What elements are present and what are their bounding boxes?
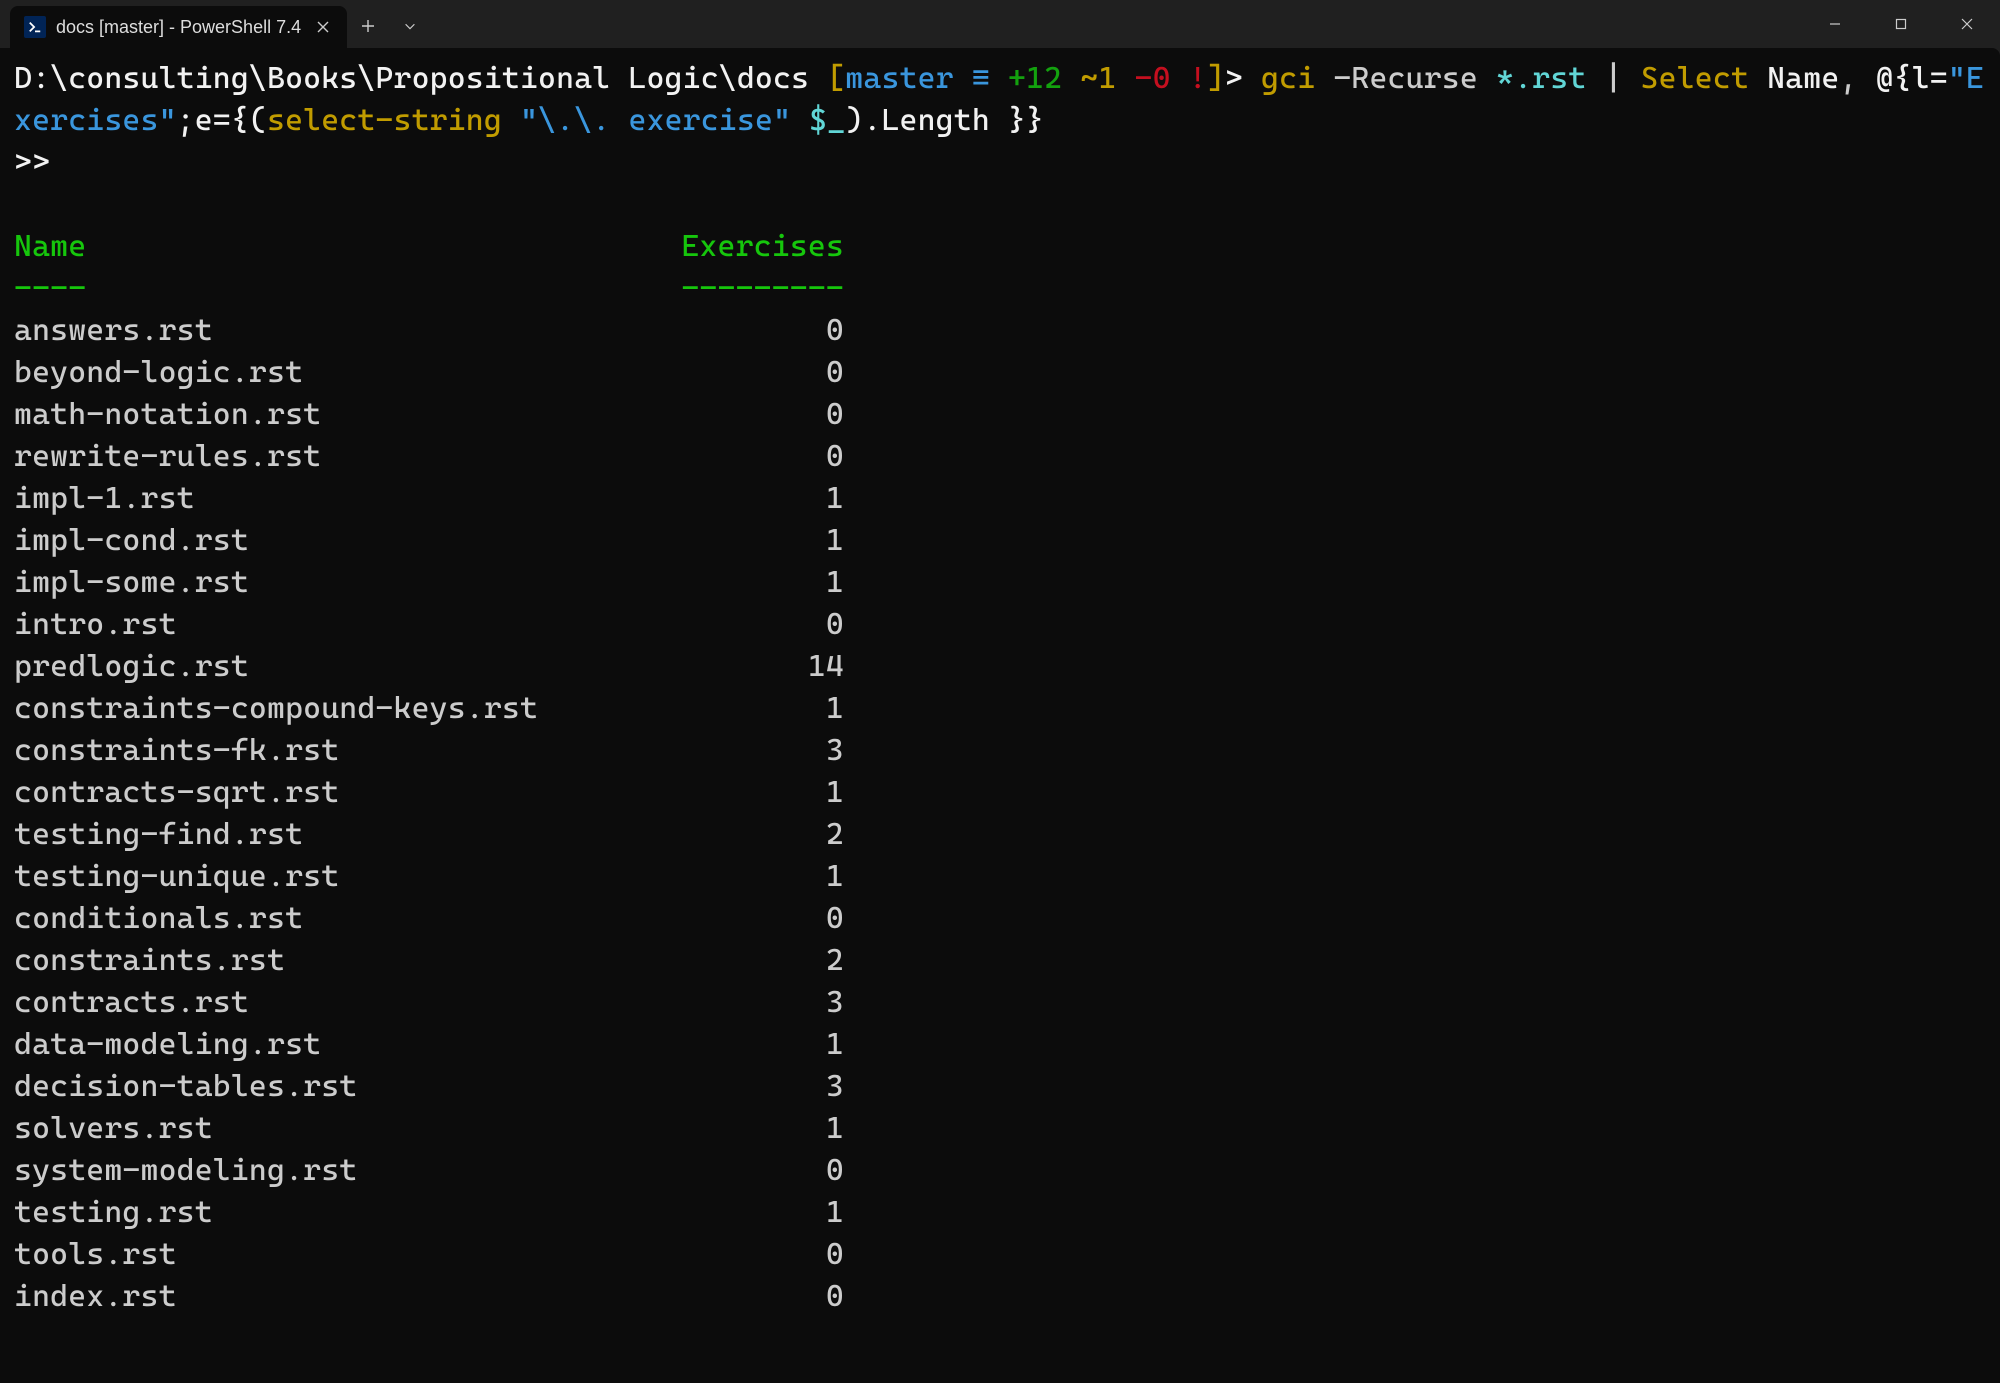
git-ahead: +12 [1008, 61, 1062, 96]
cell-exercises: 0 [654, 1234, 844, 1276]
table-row: intro.rst0 [14, 604, 1986, 646]
cell-name: impl-1.rst [14, 478, 654, 520]
cell-exercises: 1 [654, 1192, 844, 1234]
cell-exercises: 1 [654, 1108, 844, 1150]
cell-exercises: 1 [654, 562, 844, 604]
cell-name: constraints-compound-keys.rst [14, 688, 654, 730]
table-row: constraints-compound-keys.rst1 [14, 688, 1986, 730]
git-gone: -0 [1135, 61, 1171, 96]
table-row: system-modeling.rst0 [14, 1150, 1986, 1192]
window-titlebar: docs [master] - PowerShell 7.4 [0, 0, 2000, 48]
cell-name: answers.rst [14, 310, 654, 352]
cell-exercises: 2 [654, 940, 844, 982]
cell-exercises: 0 [654, 1276, 844, 1318]
cell-exercises: 0 [654, 1150, 844, 1192]
table-row: conditionals.rst0 [14, 898, 1986, 940]
table-row: tools.rst0 [14, 1234, 1986, 1276]
cell-name: constraints.rst [14, 940, 654, 982]
cell-exercises: 0 [654, 394, 844, 436]
minimize-button[interactable] [1802, 0, 1868, 48]
table-row: data-modeling.rst1 [14, 1024, 1986, 1066]
cell-name: testing.rst [14, 1192, 654, 1234]
powershell-icon [24, 16, 46, 38]
table-row: constraints.rst2 [14, 940, 1986, 982]
table-row: solvers.rst1 [14, 1108, 1986, 1150]
cell-name: conditionals.rst [14, 898, 654, 940]
cell-name: data-modeling.rst [14, 1024, 654, 1066]
table-row: testing.rst1 [14, 1192, 1986, 1234]
cell-name: decision-tables.rst [14, 1066, 654, 1108]
cell-exercises: 0 [654, 352, 844, 394]
table-row: impl-some.rst1 [14, 562, 1986, 604]
tab-dropdown-button[interactable] [389, 5, 431, 47]
cell-exercises: 1 [654, 520, 844, 562]
cell-exercises: 1 [654, 772, 844, 814]
table-row: impl-1.rst1 [14, 478, 1986, 520]
new-tab-button[interactable] [347, 5, 389, 47]
cell-name: beyond-logic.rst [14, 352, 654, 394]
cell-exercises: 0 [654, 310, 844, 352]
prompt-line: D:\consulting\Books\Propositional Logic\… [14, 58, 1986, 184]
cell-name: impl-cond.rst [14, 520, 654, 562]
cell-exercises: 3 [654, 730, 844, 772]
maximize-button[interactable] [1868, 0, 1934, 48]
cell-exercises: 2 [654, 814, 844, 856]
table-row: predlogic.rst14 [14, 646, 1986, 688]
cell-name: rewrite-rules.rst [14, 436, 654, 478]
tab-title: docs [master] - PowerShell 7.4 [56, 17, 301, 38]
cell-name: intro.rst [14, 604, 654, 646]
table-row: math-notation.rst0 [14, 394, 1986, 436]
cell-exercises: 1 [654, 1024, 844, 1066]
prompt-path: D:\consulting\Books\Propositional Logic\… [14, 61, 809, 96]
cell-exercises: 14 [654, 646, 844, 688]
cell-name: index.rst [14, 1276, 654, 1318]
table-row: answers.rst0 [14, 310, 1986, 352]
header-exercises: Exercises [654, 226, 844, 268]
cell-name: tools.rst [14, 1234, 654, 1276]
git-branch: master [845, 61, 953, 96]
table-row: contracts-sqrt.rst1 [14, 772, 1986, 814]
table-row: contracts.rst3 [14, 982, 1986, 1024]
table-row: testing-unique.rst1 [14, 856, 1986, 898]
cell-exercises: 1 [654, 688, 844, 730]
git-behind: ~1 [1080, 61, 1116, 96]
cell-exercises: 0 [654, 436, 844, 478]
table-row: index.rst0 [14, 1276, 1986, 1318]
cell-name: testing-find.rst [14, 814, 654, 856]
cell-exercises: 3 [654, 1066, 844, 1108]
cell-exercises: 1 [654, 478, 844, 520]
cell-name: contracts-sqrt.rst [14, 772, 654, 814]
table-header: Name Exercises [14, 226, 1986, 268]
table-row: decision-tables.rst3 [14, 1066, 1986, 1108]
table-header-underline: ---- --------- [14, 268, 1986, 310]
tab-strip: docs [master] - PowerShell 7.4 [0, 0, 431, 48]
cell-name: math-notation.rst [14, 394, 654, 436]
cell-exercises: 0 [654, 898, 844, 940]
continuation-prompt: >> [14, 145, 50, 180]
table-row: constraints-fk.rst3 [14, 730, 1986, 772]
cell-name: constraints-fk.rst [14, 730, 654, 772]
cell-exercises: 0 [654, 604, 844, 646]
table-row: rewrite-rules.rst0 [14, 436, 1986, 478]
active-tab[interactable]: docs [master] - PowerShell 7.4 [10, 6, 347, 48]
table-row: impl-cond.rst1 [14, 520, 1986, 562]
table-row: testing-find.rst2 [14, 814, 1986, 856]
cell-exercises: 3 [654, 982, 844, 1024]
cell-name: impl-some.rst [14, 562, 654, 604]
terminal-content[interactable]: D:\consulting\Books\Propositional Logic\… [0, 48, 2000, 1383]
git-dirty: ! [1189, 61, 1207, 96]
cell-exercises: 1 [654, 856, 844, 898]
output-table: Name Exercises ---- --------- answers.rs… [14, 226, 1986, 1318]
table-row: beyond-logic.rst0 [14, 352, 1986, 394]
window-controls [1802, 0, 2000, 48]
cell-name: contracts.rst [14, 982, 654, 1024]
cell-name: system-modeling.rst [14, 1150, 654, 1192]
cell-name: solvers.rst [14, 1108, 654, 1150]
close-button[interactable] [1934, 0, 2000, 48]
cell-name: predlogic.rst [14, 646, 654, 688]
header-name: Name [14, 226, 654, 268]
tab-close-button[interactable] [311, 15, 335, 39]
cell-name: testing-unique.rst [14, 856, 654, 898]
